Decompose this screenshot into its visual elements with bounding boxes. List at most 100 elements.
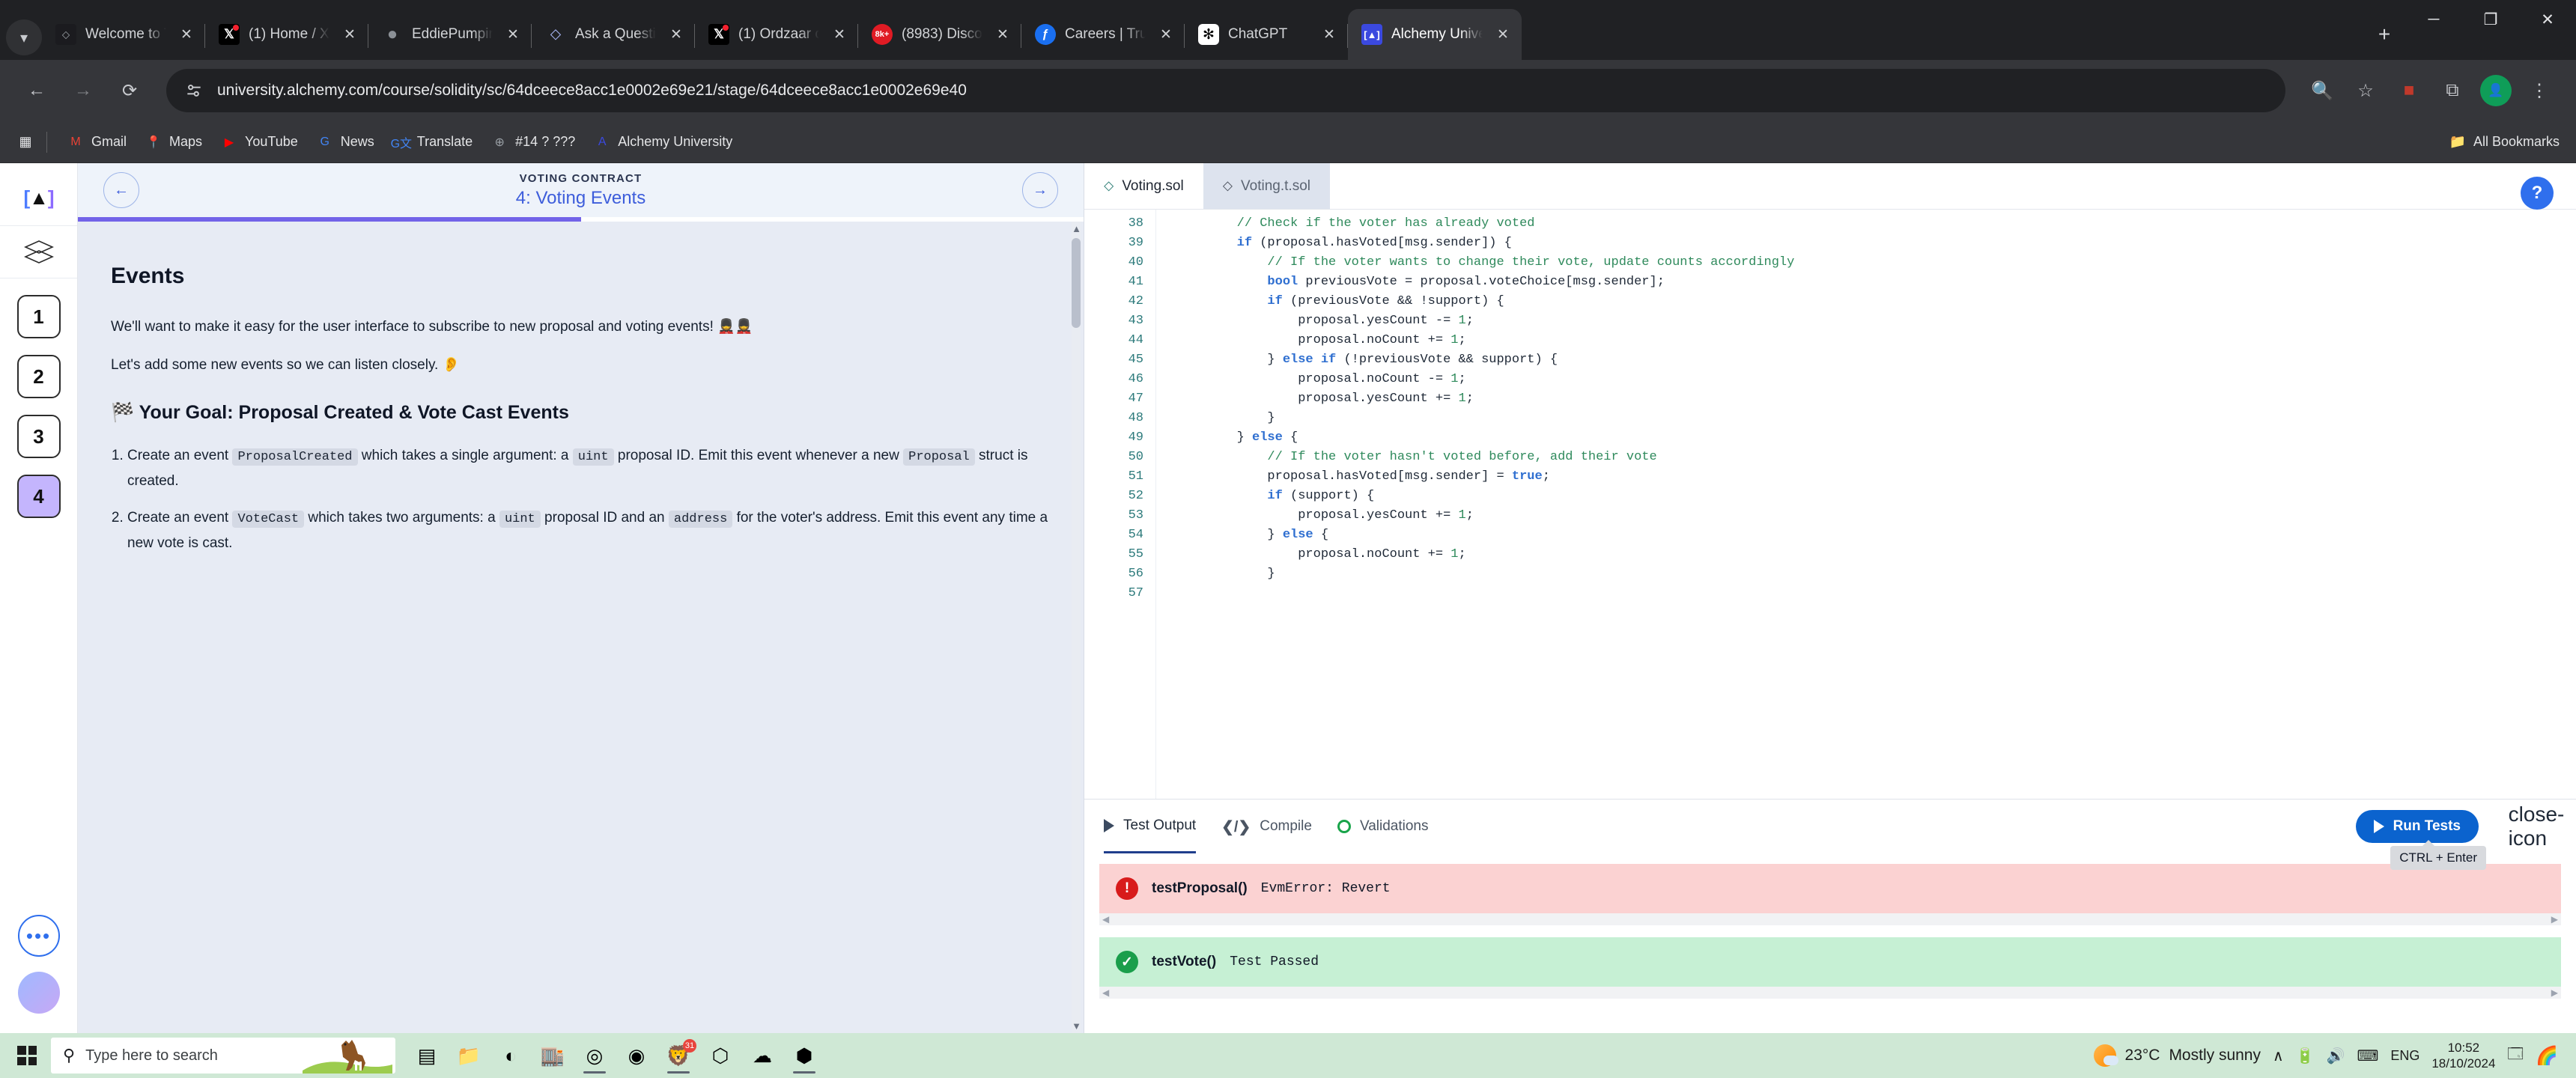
copilot-icon[interactable]: 🌈 [2536, 1045, 2558, 1067]
battery-icon[interactable]: 🔋 [2296, 1047, 2315, 1065]
scroll-right-arrow-icon[interactable]: ▶ [2551, 987, 2558, 998]
code-content[interactable]: // Check if the voter has already voted … [1156, 210, 2576, 799]
browser-tab[interactable]: ● EddiePumpin/My ✕ [368, 9, 532, 60]
browser-tab[interactable]: ✻ ChatGPT ✕ [1185, 9, 1348, 60]
browser-tab[interactable]: ⬦ Ask a Question - ✕ [532, 9, 695, 60]
browser-tab[interactable]: [▲] Alchemy Universi ✕ [1348, 9, 1522, 60]
tray-chevron-icon[interactable]: ∧ [2273, 1047, 2284, 1065]
vscode-icon[interactable]: ⬡ [701, 1036, 740, 1075]
window-close-button[interactable]: ✕ [2519, 0, 2576, 39]
tab-close-button[interactable]: ✕ [665, 23, 687, 46]
code-token: if [1267, 489, 1283, 503]
help-button[interactable]: ? [2521, 177, 2554, 210]
sidebar-step-1[interactable]: 1 [16, 295, 61, 338]
tab-close-button[interactable]: ✕ [1155, 23, 1177, 46]
browser-tab-title: Alchemy Universi [1391, 26, 1483, 42]
tab-validations[interactable]: Validations [1337, 800, 1429, 853]
layers-icon[interactable] [0, 226, 77, 278]
lesson-scrollbar[interactable] [1072, 222, 1081, 1033]
browser-tab[interactable]: ⬦ Welcome to The ✕ [42, 9, 205, 60]
search-icon[interactable]: 🔍 [2302, 70, 2342, 111]
tab-close-button[interactable]: ✕ [338, 23, 361, 46]
reload-icon[interactable]: ⟳ [109, 70, 150, 111]
microsoft-store-icon[interactable]: 🏬 [533, 1036, 572, 1075]
all-bookmarks-button[interactable]: 📁 All Bookmarks [2449, 134, 2560, 150]
alchemy-icon: [▲] [1361, 24, 1382, 45]
horizontal-scrollbar[interactable]: ◀ ▶ [1099, 987, 2561, 999]
sidebar-step-2[interactable]: 2 [16, 355, 61, 398]
browser-tab[interactable]: 𝕏 (1) Home / X ✕ [205, 9, 368, 60]
tab-search-chevron-icon[interactable]: ▾ [6, 19, 42, 55]
tab-compile[interactable]: ❮/❯ Compile [1221, 800, 1312, 853]
editor-tab-Voting-t-sol[interactable]: ⬦ Voting.t.sol [1203, 163, 1330, 209]
horizontal-scrollbar[interactable]: ◀ ▶ [1099, 913, 2561, 925]
onedrive-icon[interactable]: ☁ [743, 1036, 782, 1075]
tab-close-button[interactable]: ✕ [502, 23, 524, 46]
bookmark-item[interactable]: G文 Translate [385, 130, 480, 155]
tab-close-button[interactable]: ✕ [1492, 23, 1514, 46]
editor-tab-Voting-sol[interactable]: ⬦ Voting.sol [1084, 163, 1203, 209]
code-editor[interactable]: 38 39 40 41 42 43 44 45 46 47 48 49 50 51 52 53 54 55 56 57… [1084, 210, 2576, 799]
firefox-icon[interactable]: ◉ [617, 1036, 656, 1075]
next-stage-button[interactable]: → [1022, 172, 1058, 208]
bookmark-item[interactable]: A Alchemy University [586, 130, 740, 155]
close-panel-button[interactable]: close-icon [2509, 803, 2565, 850]
scroll-up-arrow-icon[interactable]: ▲ [1072, 223, 1081, 234]
extensions-puzzle-icon[interactable]: ⧉ [2432, 70, 2473, 111]
bookmark-item[interactable]: M Gmail [59, 130, 134, 155]
bookmark-item[interactable]: G News [309, 130, 382, 155]
avatar[interactable] [17, 972, 60, 1014]
more-options-button[interactable]: ••• [17, 915, 60, 957]
chrome-menu-icon[interactable]: ⋮ [2519, 70, 2560, 111]
maximize-button[interactable]: ❐ [2462, 0, 2519, 39]
bookmark-star-icon[interactable]: ☆ [2345, 70, 2386, 111]
extension-icon[interactable]: ■ [2389, 70, 2429, 111]
browser-tab[interactable]: 𝕏 (1) Ordzaar on X: ✕ [695, 9, 858, 60]
profile-avatar[interactable]: 👤 [2476, 70, 2516, 111]
clock[interactable]: 10:52 18/10/2024 [2431, 1040, 2495, 1072]
scroll-left-arrow-icon[interactable]: ◀ [1102, 987, 1109, 998]
edge-icon[interactable]: ◐ [491, 1036, 530, 1075]
nodejs-icon[interactable]: ⬢ [785, 1036, 824, 1075]
tab-test-output[interactable]: Test Output [1104, 800, 1197, 853]
task-view-icon[interactable]: ▤ [407, 1036, 446, 1075]
bookmark-item[interactable]: ▶ YouTube [213, 130, 306, 155]
alchemy-logo[interactable]: [▲] [0, 171, 77, 226]
back-icon[interactable]: ← [16, 70, 57, 111]
language-indicator[interactable]: ENG [2390, 1048, 2419, 1064]
notifications-icon[interactable]: 🗔 [2507, 1043, 2524, 1068]
address-bar[interactable]: university.alchemy.com/course/solidity/s… [166, 69, 2285, 112]
bookmark-item[interactable]: ⊕ #14 ? ??? [483, 130, 583, 155]
minimize-button[interactable]: ─ [2405, 0, 2462, 39]
bookmark-item[interactable]: 📍 Maps [137, 130, 210, 155]
page-title[interactable]: 4: Voting Events [139, 188, 1022, 209]
tab-close-button[interactable]: ✕ [1318, 23, 1340, 46]
volume-icon[interactable]: 🔊 [2327, 1047, 2345, 1065]
new-tab-button[interactable]: + [2363, 13, 2405, 55]
scroll-right-arrow-icon[interactable]: ▶ [2551, 914, 2558, 925]
tab-close-button[interactable]: ✕ [828, 23, 851, 46]
browser-tab[interactable]: 8k+ (8983) Discord | # ✕ [858, 9, 1021, 60]
tab-close-button[interactable]: ✕ [991, 23, 1014, 46]
windows-start-icon[interactable] [7, 1036, 46, 1075]
browser-tab[interactable]: ƒ Careers | Truflatio ✕ [1021, 9, 1185, 60]
lesson-scroll-thumb[interactable] [1072, 238, 1081, 328]
previous-stage-button[interactable]: ← [103, 172, 139, 208]
brave-icon[interactable]: 🦁 31 [659, 1036, 698, 1075]
scroll-left-arrow-icon[interactable]: ◀ [1102, 914, 1109, 925]
file-explorer-icon[interactable]: 📁 [449, 1036, 488, 1075]
search-input[interactable]: ⚲ Type here to search [51, 1038, 395, 1074]
test-result-row[interactable]: ✓ testVote() Test Passed [1099, 937, 2561, 987]
forward-icon[interactable]: → [63, 70, 103, 111]
tab-close-button[interactable]: ✕ [175, 23, 198, 46]
weather-widget[interactable]: 23°C Mostly sunny [2093, 1044, 2261, 1067]
test-result-row[interactable]: ! testProposal() EvmError: Revert [1099, 864, 2561, 913]
keyboard-icon[interactable]: ⌨ [2357, 1047, 2378, 1065]
sidebar-step-3[interactable]: 3 [16, 415, 61, 458]
chrome-icon[interactable]: ◎ [575, 1036, 614, 1075]
sidebar-step-4[interactable]: 4 [16, 475, 61, 518]
site-settings-icon[interactable] [181, 78, 207, 103]
scroll-down-arrow-icon[interactable]: ▼ [1072, 1020, 1081, 1032]
apps-grid-icon[interactable]: ▦ [16, 133, 34, 151]
run-tests-button[interactable]: Run Tests [2355, 810, 2479, 843]
